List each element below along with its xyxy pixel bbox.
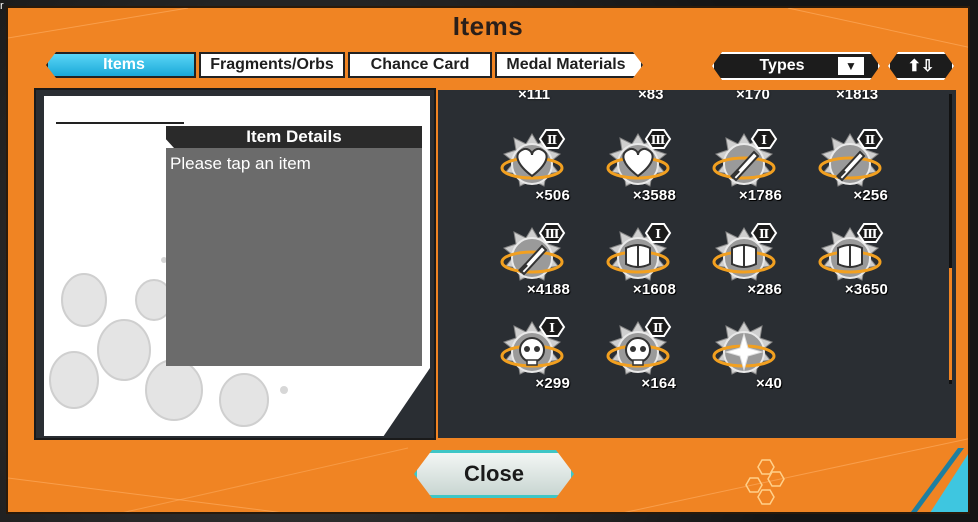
item-grid-panel: ×111 ×83 ×170 ×1813 Ⅱ ×506 Ⅲ ×3588 Ⅰ ×1786 Ⅱ ×2…: [436, 88, 958, 440]
tab-items[interactable]: Items: [46, 52, 196, 78]
tab-chance-card[interactable]: Chance Card: [348, 52, 492, 78]
item-slot[interactable]: Ⅰ ×1786: [704, 124, 784, 204]
details-placeholder: Please tap an item: [170, 154, 311, 173]
item-slot[interactable]: Ⅱ ×256: [810, 124, 890, 204]
item-slot[interactable]: Ⅱ ×506: [492, 124, 572, 204]
item-slot[interactable]: Ⅲ ×3650: [810, 218, 890, 298]
item-slot[interactable]: Ⅲ ×4188: [492, 218, 572, 298]
rank-badge: Ⅲ: [651, 133, 666, 147]
rank-badge: Ⅰ: [655, 227, 661, 241]
item-count: ×4188: [526, 281, 570, 298]
item-count: ×1608: [632, 281, 676, 298]
item-count: ×3650: [844, 281, 888, 298]
rank-badge: Ⅲ: [863, 227, 878, 241]
tab-bar: Items Fragments/Orbs Chance Card Medal M…: [46, 52, 643, 80]
rank-badge: Ⅱ: [547, 133, 557, 147]
item-count: ×256: [853, 187, 888, 204]
rank-badge: Ⅰ: [761, 133, 767, 147]
hexagon-decoration-icon: [745, 459, 785, 505]
rank-badge: Ⅱ: [865, 133, 875, 147]
item-details-panel: Item Details Please tap an item: [34, 88, 436, 440]
item-slot[interactable]: Ⅲ ×3588: [598, 124, 678, 204]
rank-badge: Ⅱ: [759, 227, 769, 241]
item-count: ×1786: [738, 187, 782, 204]
types-dropdown[interactable]: Types ▼: [712, 52, 880, 80]
item-count: ×506: [535, 187, 570, 204]
details-header: Item Details: [166, 126, 422, 148]
scrollbar-thumb[interactable]: [949, 268, 952, 380]
corner-text: r: [0, 0, 4, 12]
item-count: ×299: [535, 375, 570, 392]
item-count: ×170: [736, 88, 770, 103]
items-window: Items Items Fragments/Orbs Chance Card M…: [6, 6, 970, 514]
tab-medal-materials[interactable]: Medal Materials: [495, 52, 643, 78]
rank-badge: Ⅰ: [549, 321, 555, 335]
tab-fragments-orbs[interactable]: Fragments/Orbs: [199, 52, 345, 78]
item-slot[interactable]: Ⅰ ×1608: [598, 218, 678, 298]
close-button[interactable]: Close: [414, 450, 574, 498]
chevron-down-icon: ▼: [838, 57, 864, 75]
item-count: ×164: [641, 375, 676, 392]
item-count: ×40: [755, 375, 782, 392]
divider: [56, 122, 184, 124]
item-count: ×83: [638, 88, 664, 103]
item-slot[interactable]: Ⅱ ×286: [704, 218, 784, 298]
item-count: ×3588: [632, 187, 676, 204]
item-slot[interactable]: Ⅰ ×299: [492, 312, 572, 392]
sort-button[interactable]: ⬆⇩: [888, 52, 954, 80]
item-slot[interactable]: Ⅱ ×164: [598, 312, 678, 392]
item-slot[interactable]: ×40: [704, 312, 784, 392]
rank-badge: Ⅱ: [653, 321, 663, 335]
item-count: ×1813: [836, 88, 879, 103]
item-count: ×111: [518, 88, 551, 103]
item-count: ×286: [747, 281, 782, 298]
window-title: Items: [452, 11, 524, 41]
details-body: Please tap an item: [166, 148, 422, 366]
rank-badge: Ⅲ: [545, 227, 560, 241]
